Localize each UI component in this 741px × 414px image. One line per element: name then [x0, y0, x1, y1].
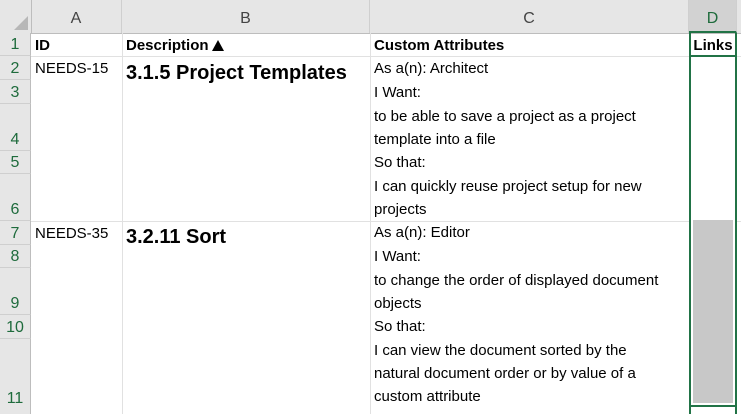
row-header-3[interactable]: 3: [0, 80, 31, 104]
row-header-7[interactable]: 7: [0, 221, 31, 245]
select-all-corner[interactable]: [0, 0, 32, 33]
cell-attribute-line: projects: [374, 201, 427, 218]
row-header-8[interactable]: 8: [0, 245, 31, 268]
row-header-1[interactable]: 1: [0, 33, 31, 56]
header-cell-links[interactable]: Links: [689, 34, 737, 57]
spreadsheet: A B C D 1 2 3 4 5 6 7 8 9 10 11 ID Descr…: [0, 0, 741, 414]
cell-id[interactable]: NEEDS-35: [31, 222, 108, 245]
cell-attribute-line: I can view the document sorted by the: [374, 342, 627, 359]
cell-attribute-line: So that:: [374, 154, 426, 171]
row-header-2[interactable]: 2: [0, 56, 31, 80]
cell-attribute-line: custom attribute: [374, 388, 481, 405]
row-header-11[interactable]: 11: [0, 339, 31, 414]
row-header-6[interactable]: 6: [0, 174, 31, 221]
column-header-b[interactable]: B: [122, 0, 370, 33]
cell-attribute-line: As a(n): Editor: [374, 224, 470, 241]
row-header-4[interactable]: 4: [0, 104, 31, 151]
row-header-5[interactable]: 5: [0, 151, 31, 174]
cell-attribute-line: I Want:: [374, 248, 421, 265]
row-header-9[interactable]: 9: [0, 268, 31, 315]
select-all-icon: [14, 16, 28, 30]
header-cell-id[interactable]: ID: [31, 34, 50, 57]
cell-attribute-line: to be able to save a project as a projec…: [374, 108, 636, 125]
cell-attribute-line: I can quickly reuse project setup for ne…: [374, 178, 642, 195]
cell-attribute-line: to change the order of displayed documen…: [374, 272, 659, 289]
sort-ascending-icon: [211, 40, 224, 51]
links-cell-selection[interactable]: [689, 55, 737, 407]
cell-attribute-line: objects: [374, 295, 422, 312]
cell-attribute-line: natural document order or by value of a: [374, 365, 636, 382]
cell-attribute-line: As a(n): Architect: [374, 60, 489, 77]
cell-attribute-line: So that:: [374, 318, 426, 335]
cell-attribute-line: I Want:: [374, 84, 421, 101]
cell-attribute-line: template into a file: [374, 131, 496, 148]
header-cell-description[interactable]: Description: [122, 34, 224, 57]
cell-description[interactable]: 3.2.11 Sort: [122, 224, 226, 250]
column-header-a[interactable]: A: [31, 0, 122, 33]
header-description-label: Description: [126, 37, 209, 54]
header-cell-custom-attributes[interactable]: Custom Attributes: [370, 34, 504, 57]
cell-id[interactable]: NEEDS-15: [31, 57, 108, 80]
row-header-10[interactable]: 10: [0, 315, 31, 339]
column-header-c[interactable]: C: [370, 0, 689, 33]
links-cell-shaded: [693, 220, 733, 403]
column-header-d[interactable]: D: [689, 0, 737, 33]
cell-description[interactable]: 3.1.5 Project Templates: [122, 60, 347, 86]
